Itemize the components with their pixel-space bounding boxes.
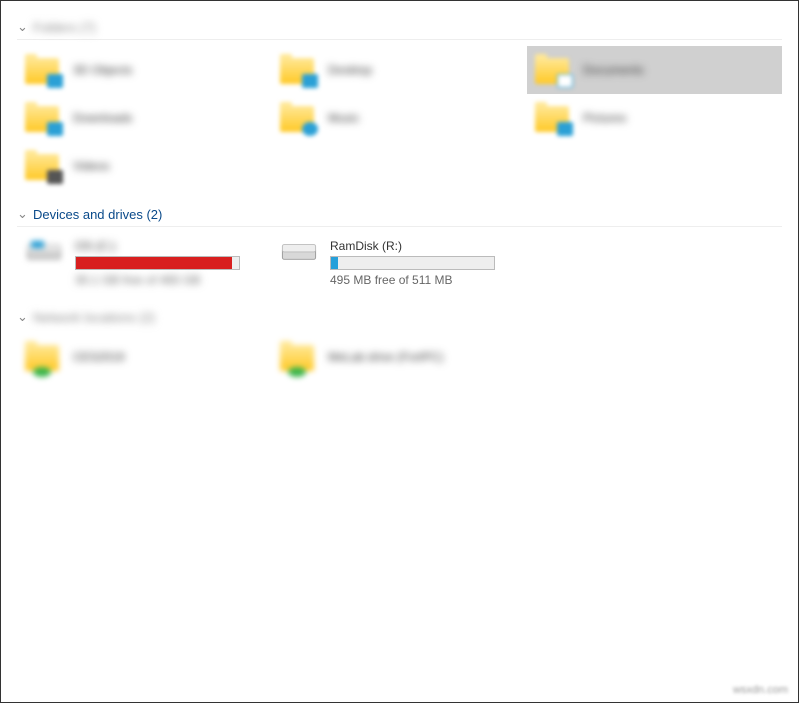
folder-icon [25,52,61,88]
folder-item-documents[interactable]: Documents [527,46,782,94]
folder-icon [25,100,61,136]
folder-item-downloads[interactable]: Downloads [17,94,272,142]
drives-row: OS (C:) 30.1 GB free of 465 GB RamDisk (… [17,227,782,299]
drive-name: RamDisk (R:) [330,239,519,253]
folder-item-videos[interactable]: Videos [17,142,272,190]
drive-name: OS (C:) [75,239,264,253]
folder-item-pictures[interactable]: Pictures [527,94,782,142]
network-folder-icon [280,339,316,375]
network-row: CES2019 MeLab drive (FortPC) [17,329,782,385]
network-label: MeLab drive (FortPC) [328,350,443,364]
folder-icon [535,52,571,88]
folder-label: Music [328,111,359,125]
drive-icon [280,239,320,271]
folder-item-desktop[interactable]: Desktop [272,46,527,94]
drive-free-text: 30.1 GB free of 465 GB [75,273,264,287]
drive-item-c[interactable]: OS (C:) 30.1 GB free of 465 GB [17,235,272,291]
folder-item-3d-objects[interactable]: 3D Objects [17,46,272,94]
folder-label: 3D Objects [73,63,132,77]
network-section-label: Network locations (2) [33,310,155,325]
network-item-1[interactable]: MeLab drive (FortPC) [272,335,527,379]
folder-label: Downloads [73,111,132,125]
folder-label: Pictures [583,111,626,125]
chevron-down-icon: ⌄ [17,206,29,222]
network-label: CES2019 [73,350,124,364]
chevron-down-icon: ⌄ [17,309,29,325]
folder-icon [280,100,316,136]
network-folder-icon [25,339,61,375]
folder-label: Desktop [328,63,372,77]
folder-item-music[interactable]: Music [272,94,527,142]
drive-icon [25,239,65,271]
drive-usage-bar [75,256,240,270]
watermark-text: wsxdn.com [733,684,788,696]
folders-section-label: Folders (7) [33,20,96,35]
folder-label: Videos [73,159,109,173]
folder-icon [280,52,316,88]
drive-usage-bar [330,256,495,270]
drive-free-text: 495 MB free of 511 MB [330,273,519,287]
drives-section-header[interactable]: ⌄ Devices and drives (2) [17,202,782,227]
folder-icon [25,148,61,184]
network-item-0[interactable]: CES2019 [17,335,272,379]
folders-section-header[interactable]: ⌄ Folders (7) [17,15,782,40]
folder-label: Documents [583,63,644,77]
folder-icon [535,100,571,136]
drive-item-ramdisk[interactable]: RamDisk (R:) 495 MB free of 511 MB [272,235,527,291]
chevron-down-icon: ⌄ [17,19,29,35]
folders-grid: 3D Objects Desktop Documents Downloads M… [17,40,782,196]
drives-section-label: Devices and drives (2) [33,207,162,222]
network-section-header[interactable]: ⌄ Network locations (2) [17,305,782,329]
